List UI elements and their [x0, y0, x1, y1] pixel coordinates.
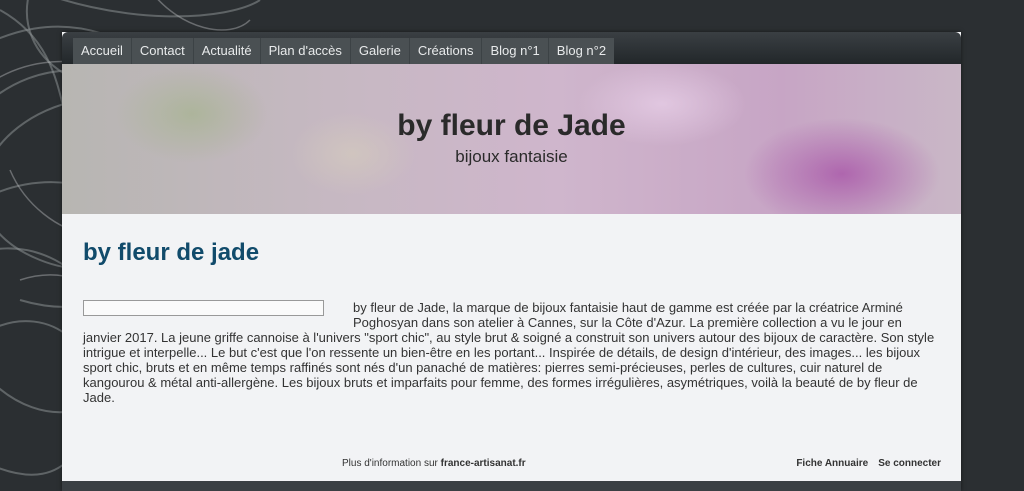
- nav-item-accueil[interactable]: Accueil: [73, 38, 132, 64]
- top-navigation-bar: Accueil Contact Actualité Plan d'accès G…: [62, 32, 961, 64]
- fiche-annuaire-link[interactable]: Fiche Annuaire: [796, 458, 868, 469]
- footer-info-text: Plus d'information sur: [342, 458, 438, 469]
- se-connecter-link[interactable]: Se connecter: [878, 458, 941, 469]
- nav-item-creations[interactable]: Créations: [410, 38, 483, 64]
- footer-links: Fiche Annuaire Se connecter: [796, 458, 941, 469]
- content-image: [83, 300, 324, 316]
- site-title: by fleur de Jade: [397, 109, 626, 142]
- page-container: Accueil Contact Actualité Plan d'accès G…: [62, 32, 961, 491]
- nav-item-contact[interactable]: Contact: [132, 38, 194, 64]
- nav-tabs: Accueil Contact Actualité Plan d'accès G…: [73, 38, 615, 64]
- header-banner: by fleur de Jade bijoux fantaisie: [62, 64, 961, 214]
- nav-item-blog-1[interactable]: Blog n°1: [482, 38, 549, 64]
- content-body: by fleur de Jade, la marque de bijoux fa…: [83, 300, 942, 405]
- page-title: by fleur de jade: [83, 239, 260, 266]
- bottom-bar: [62, 481, 961, 491]
- footer-info-link[interactable]: france-artisanat.fr: [441, 458, 526, 469]
- nav-item-galerie[interactable]: Galerie: [351, 38, 410, 64]
- nav-item-plan-acces[interactable]: Plan d'accès: [261, 38, 351, 64]
- nav-item-actualite[interactable]: Actualité: [194, 38, 261, 64]
- footer-info: Plus d'information sur france-artisanat.…: [342, 458, 526, 469]
- site-subtitle: bijoux fantaisie: [455, 147, 568, 166]
- nav-item-blog-2[interactable]: Blog n°2: [549, 38, 614, 64]
